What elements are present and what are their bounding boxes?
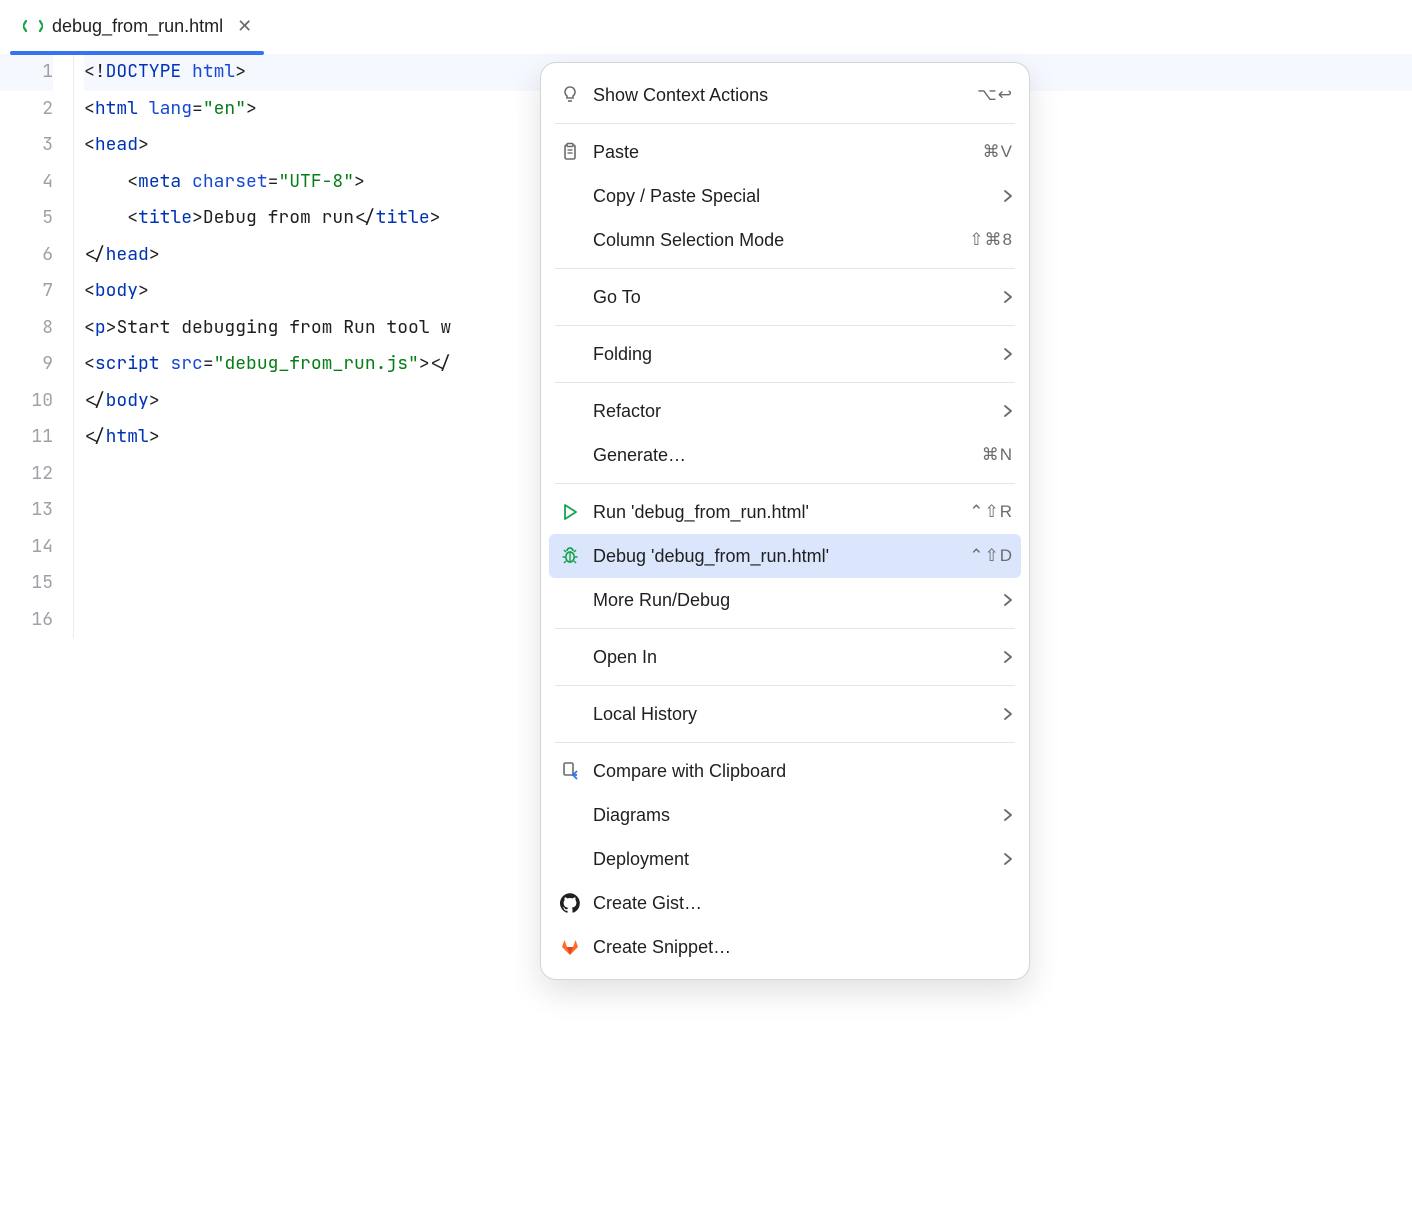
menu-item-copy-paste-special[interactable]: Copy / Paste Special: [541, 174, 1029, 218]
menu-shortcut: ⌥↩: [977, 85, 1013, 105]
menu-separator: [555, 628, 1015, 629]
tab-bar: debug_from_run.html ✕: [0, 0, 1412, 54]
menu-label: Deployment: [593, 849, 993, 870]
clipboard-icon: [557, 142, 583, 162]
menu-label: Create Gist…: [593, 893, 1013, 914]
chevron-right-icon: [1003, 707, 1013, 721]
tab-title: debug_from_run.html: [52, 16, 223, 37]
menu-item-context-actions[interactable]: Show Context Actions ⌥↩: [541, 73, 1029, 117]
menu-item-generate[interactable]: Generate… ⌘N: [541, 433, 1029, 477]
menu-label: Go To: [593, 287, 993, 308]
menu-item-paste[interactable]: Paste ⌘V: [541, 130, 1029, 174]
menu-label: More Run/Debug: [593, 590, 993, 611]
line-number: 14: [0, 529, 53, 566]
menu-item-go-to[interactable]: Go To: [541, 275, 1029, 319]
line-number: 4: [0, 164, 53, 201]
menu-label: Copy / Paste Special: [593, 186, 993, 207]
chevron-right-icon: [1003, 189, 1013, 203]
menu-separator: [555, 325, 1015, 326]
line-number: 5: [0, 200, 53, 237]
line-number: 2: [0, 91, 53, 128]
line-number: 12: [0, 456, 53, 493]
menu-shortcut: ⌃⇧R: [969, 502, 1013, 522]
menu-separator: [555, 685, 1015, 686]
menu-separator: [555, 123, 1015, 124]
menu-label: Run 'debug_from_run.html': [593, 502, 959, 523]
editor-tab[interactable]: debug_from_run.html ✕: [10, 0, 264, 53]
menu-separator: [555, 268, 1015, 269]
menu-separator: [555, 742, 1015, 743]
menu-shortcut: ⌘V: [983, 142, 1013, 162]
menu-item-more-run-debug[interactable]: More Run/Debug: [541, 578, 1029, 622]
menu-shortcut: ⌃⇧D: [969, 546, 1013, 566]
close-icon[interactable]: ✕: [237, 16, 252, 37]
chevron-right-icon: [1003, 593, 1013, 607]
menu-item-diagrams[interactable]: Diagrams: [541, 793, 1029, 837]
chevron-right-icon: [1003, 650, 1013, 664]
menu-label: Create Snippet…: [593, 937, 1013, 958]
chevron-right-icon: [1003, 404, 1013, 418]
menu-item-create-gist[interactable]: Create Gist…: [541, 881, 1029, 925]
menu-label: Show Context Actions: [593, 85, 967, 106]
chevron-right-icon: [1003, 808, 1013, 822]
line-number: 8: [0, 310, 53, 347]
menu-item-folding[interactable]: Folding: [541, 332, 1029, 376]
menu-item-deployment[interactable]: Deployment: [541, 837, 1029, 881]
line-number: 13: [0, 492, 53, 529]
menu-item-create-snippet[interactable]: Create Snippet…: [541, 925, 1029, 969]
menu-label: Folding: [593, 344, 993, 365]
menu-label: Paste: [593, 142, 973, 163]
line-gutter: 12345678910111213141516: [0, 54, 74, 638]
menu-label: Compare with Clipboard: [593, 761, 1013, 782]
menu-label: Open In: [593, 647, 993, 668]
tab-active-indicator: [10, 51, 264, 55]
menu-label: Debug 'debug_from_run.html': [593, 546, 959, 567]
compare-icon: [557, 761, 583, 781]
menu-item-run-file[interactable]: Run 'debug_from_run.html' ⌃⇧R: [541, 490, 1029, 534]
play-icon: [557, 502, 583, 522]
menu-shortcut: ⌘N: [982, 445, 1013, 465]
menu-label: Diagrams: [593, 805, 993, 826]
menu-item-column-selection[interactable]: Column Selection Mode ⇧⌘8: [541, 218, 1029, 262]
chevron-right-icon: [1003, 290, 1013, 304]
menu-item-local-history[interactable]: Local History: [541, 692, 1029, 736]
line-number: 6: [0, 237, 53, 274]
chevron-right-icon: [1003, 347, 1013, 361]
menu-item-refactor[interactable]: Refactor: [541, 389, 1029, 433]
menu-item-open-in[interactable]: Open In: [541, 635, 1029, 679]
menu-item-debug-file[interactable]: Debug 'debug_from_run.html' ⌃⇧D: [549, 534, 1021, 578]
menu-separator: [555, 483, 1015, 484]
menu-shortcut: ⇧⌘8: [969, 230, 1013, 250]
menu-separator: [555, 382, 1015, 383]
line-number: 7: [0, 273, 53, 310]
line-number: 1: [0, 54, 53, 91]
bulb-icon: [557, 85, 583, 105]
menu-label: Generate…: [593, 445, 972, 466]
bug-icon: [557, 546, 583, 566]
line-number: 10: [0, 383, 53, 420]
menu-item-compare-clipboard[interactable]: Compare with Clipboard: [541, 749, 1029, 793]
html-file-icon: [22, 15, 44, 37]
line-number: 11: [0, 419, 53, 456]
line-number: 9: [0, 346, 53, 383]
chevron-right-icon: [1003, 852, 1013, 866]
line-number: 15: [0, 565, 53, 602]
line-number: 3: [0, 127, 53, 164]
line-number: 16: [0, 602, 53, 639]
gitlab-icon: [557, 937, 583, 957]
context-menu: Show Context Actions ⌥↩ Paste ⌘V Copy / Past…: [540, 62, 1030, 980]
github-icon: [557, 893, 583, 913]
menu-label: Column Selection Mode: [593, 230, 959, 251]
menu-label: Refactor: [593, 401, 993, 422]
menu-label: Local History: [593, 704, 993, 725]
